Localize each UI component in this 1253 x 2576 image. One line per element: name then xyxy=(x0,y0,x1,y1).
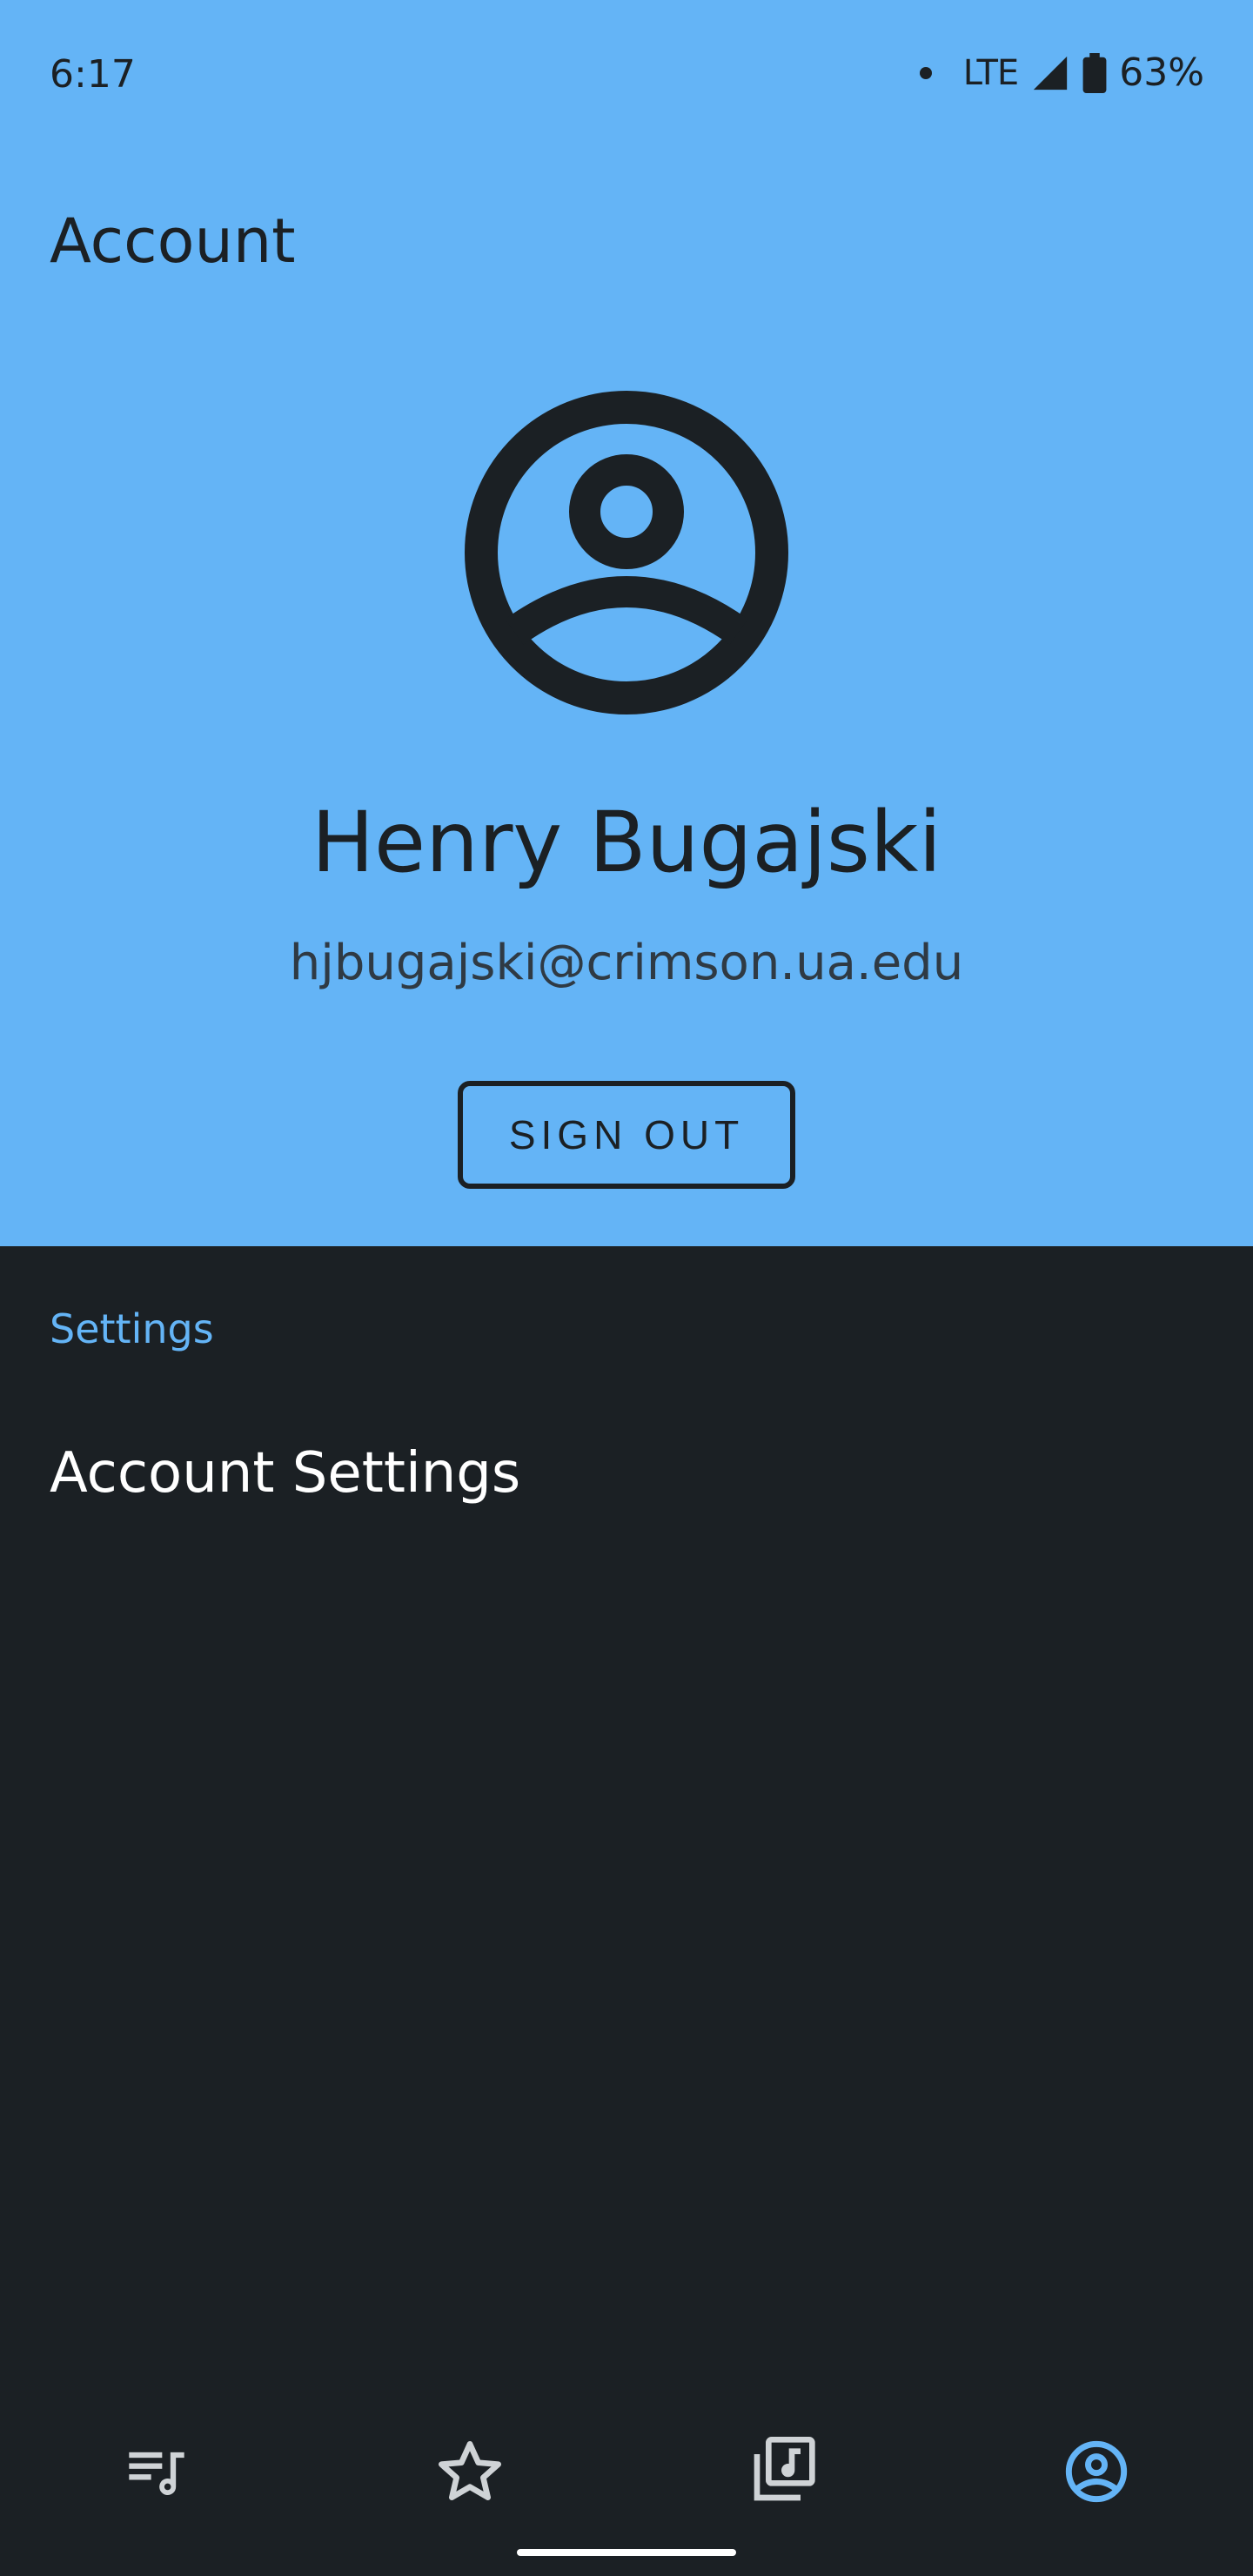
nav-account[interactable] xyxy=(1035,2411,1157,2532)
account-screen: 6:17 LTE 63% Account Henry Bugajski hjbu… xyxy=(0,0,1253,2576)
nav-library[interactable] xyxy=(722,2411,844,2532)
user-name: Henry Bugajski xyxy=(311,794,942,891)
library-music-icon xyxy=(748,2437,818,2506)
account-settings-item[interactable]: Account Settings xyxy=(0,1408,1253,1539)
user-email: hjbugajski@crimson.ua.edu xyxy=(289,935,964,991)
status-icons: LTE 63% xyxy=(919,50,1204,95)
network-type: LTE xyxy=(962,52,1019,93)
account-header: 6:17 LTE 63% Account Henry Bugajski hjbu… xyxy=(0,0,1253,1246)
battery-percent: 63% xyxy=(1119,50,1204,95)
status-bar: 6:17 LTE 63% xyxy=(0,0,1253,148)
sign-out-button[interactable]: SIGN OUT xyxy=(458,1081,795,1189)
signal-icon xyxy=(1030,53,1070,93)
home-indicator[interactable] xyxy=(517,2549,736,2556)
settings-section-label: Settings xyxy=(50,1305,214,1352)
battery-icon xyxy=(1082,52,1107,93)
account-circle-icon xyxy=(464,390,789,715)
star-outline-icon xyxy=(435,2437,505,2506)
account-settings-label: Account Settings xyxy=(50,1441,521,1506)
status-time: 6:17 xyxy=(50,52,136,97)
account-circle-icon xyxy=(1063,2438,1129,2505)
nav-favorites[interactable] xyxy=(409,2411,531,2532)
nav-queue[interactable] xyxy=(96,2411,218,2532)
bottom-navigation xyxy=(0,2350,1253,2532)
queue-music-icon xyxy=(124,2438,190,2505)
notification-dot-icon xyxy=(919,66,932,79)
page-title: Account xyxy=(50,205,296,277)
